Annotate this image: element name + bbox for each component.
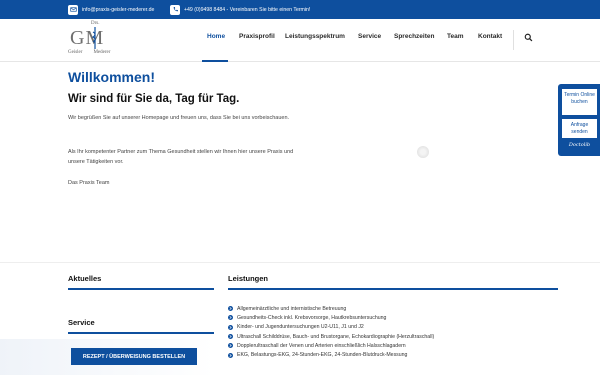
main-navigation: Home Praxisprofil Leistungsspektrum Serv…	[0, 19, 600, 62]
arrow-bullet-icon	[228, 315, 233, 321]
active-nav-indicator	[202, 60, 228, 62]
nav-service[interactable]: Service	[358, 33, 381, 40]
news-title-rule	[68, 288, 214, 290]
service-title: Service	[68, 318, 95, 327]
welcome-subheading: Wir sind für Sie da, Tag für Tag.	[68, 93, 240, 105]
welcome-signature: Das Praxis Team	[68, 180, 110, 186]
welcome-paragraph-1: Wir begrüßen Sie auf unserer Homepage un…	[68, 115, 290, 121]
service-item-label: Ultraschall Schilddrüse, Bauch- und Brus…	[237, 333, 435, 340]
email-contact[interactable]: info@praxis-geisler-mederer.de	[68, 0, 154, 19]
list-item[interactable]: Ultraschall Schilddrüse, Bauch- und Brus…	[228, 332, 568, 341]
nav-kontakt[interactable]: Kontakt	[478, 33, 502, 40]
service-item-label: EKG, Belastungs-EKG, 24-Stunden-EKG, 24-…	[237, 352, 408, 359]
services-title-rule	[228, 288, 558, 290]
nav-leistungsspektrum[interactable]: Leistungsspektrum	[285, 33, 345, 40]
top-contact-bar: info@praxis-geisler-mederer.de +49 (0)94…	[0, 0, 600, 19]
phone-icon	[170, 4, 180, 15]
arrow-bullet-icon	[228, 324, 233, 330]
news-title: Aktuelles	[68, 274, 102, 283]
phone-text[interactable]: +49 (0)9498 8484 - Vereinbaren Sie bitte…	[184, 7, 310, 13]
nav-team[interactable]: Team	[447, 33, 464, 40]
send-request-button[interactable]: Anfrage senden	[561, 118, 598, 139]
mail-icon	[68, 4, 78, 15]
list-item[interactable]: Kinder- und Jugenduntersuchungen U2-U11,…	[228, 323, 568, 332]
book-appointment-button[interactable]: Termin Online buchen	[561, 88, 598, 116]
arrow-bullet-icon	[228, 334, 233, 340]
service-item-label: Dopplerultraschall der Venen und Arterie…	[237, 342, 406, 349]
doctolib-logo[interactable]: Doctolib	[561, 142, 598, 148]
nav-home[interactable]: Home	[207, 33, 225, 40]
arrow-bullet-icon	[228, 343, 233, 349]
services-title: Leistungen	[228, 274, 269, 283]
service-item-label: Kinder- und Jugenduntersuchungen U2-U11,…	[237, 324, 364, 331]
phone-contact[interactable]: +49 (0)9498 8484 - Vereinbaren Sie bitte…	[170, 0, 310, 19]
services-list: Allgemeinärztliche und internistische Be…	[228, 304, 568, 360]
loading-spinner	[417, 146, 429, 158]
service-title-rule	[68, 332, 214, 334]
nav-divider	[513, 30, 514, 50]
service-item-label: Gesundheits-Check inkl. Krebsvorsorge, H…	[237, 314, 387, 321]
arrow-bullet-icon	[228, 352, 233, 358]
arrow-bullet-icon	[228, 306, 233, 312]
welcome-paragraph-2: Als Ihr kompetenter Partner zum Thema Ge…	[68, 149, 294, 165]
nav-praxisprofil[interactable]: Praxisprofil	[239, 33, 275, 40]
list-item[interactable]: Dopplerultraschall der Venen und Arterie…	[228, 341, 568, 350]
list-item[interactable]: Gesundheits-Check inkl. Krebsvorsorge, H…	[228, 313, 568, 322]
email-text[interactable]: info@praxis-geisler-mederer.de	[82, 7, 154, 13]
welcome-heading: Willkommen!	[68, 69, 155, 85]
booking-widget: Termin Online buchen Anfrage senden Doct…	[558, 84, 600, 156]
nav-sprechzeiten[interactable]: Sprechzeiten	[394, 33, 434, 40]
search-icon[interactable]	[524, 33, 533, 42]
list-item[interactable]: EKG, Belastungs-EKG, 24-Stunden-EKG, 24-…	[228, 350, 568, 359]
service-item-label: Allgemeinärztliche und internistische Be…	[237, 305, 347, 312]
list-item[interactable]: Allgemeinärztliche und internistische Be…	[228, 304, 568, 313]
order-prescription-button[interactable]: REZEPT / ÜBERWEISUNG BESTELLEN	[71, 348, 197, 365]
